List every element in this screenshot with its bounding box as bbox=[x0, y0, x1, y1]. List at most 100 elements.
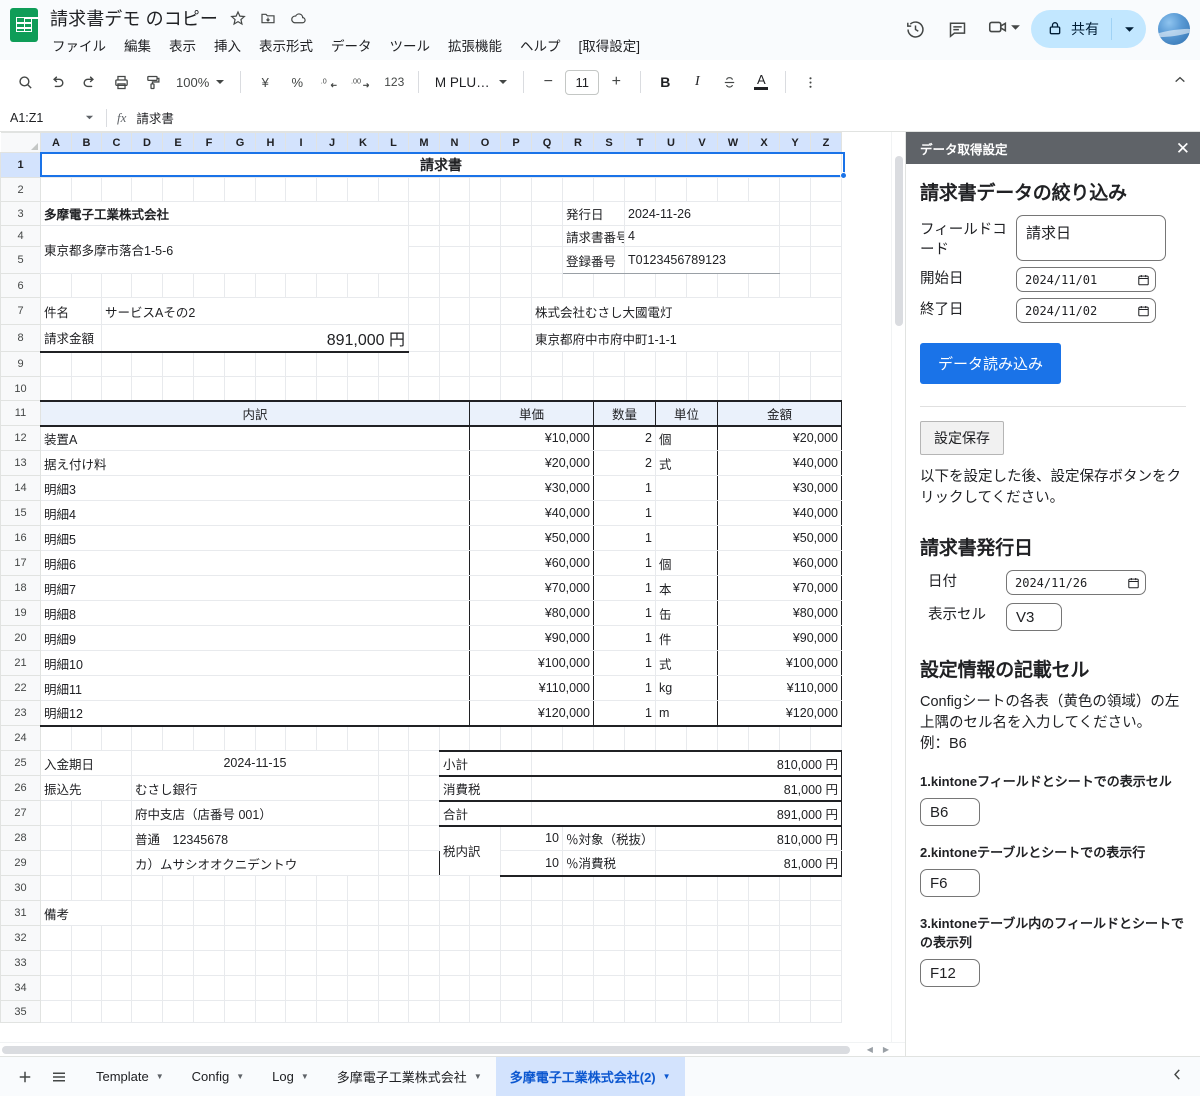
cell-X34[interactable] bbox=[748, 975, 780, 1001]
cell-W18[interactable]: ¥70,000 bbox=[717, 575, 842, 601]
cell-Z9[interactable] bbox=[810, 351, 842, 377]
cell-Y4[interactable] bbox=[779, 225, 811, 247]
cell-Y32[interactable] bbox=[779, 925, 811, 951]
cell-X9[interactable] bbox=[748, 351, 780, 377]
cell-T2[interactable] bbox=[624, 177, 656, 202]
cell-Q3[interactable] bbox=[531, 201, 563, 226]
cell-A14[interactable]: 明細3 bbox=[40, 475, 470, 501]
cell-V24[interactable] bbox=[686, 725, 718, 751]
cell-C24[interactable] bbox=[101, 725, 132, 751]
cell-N32[interactable] bbox=[439, 925, 470, 951]
display-cell-input[interactable]: V3 bbox=[1006, 603, 1062, 632]
cell-A17[interactable]: 明細6 bbox=[40, 550, 470, 576]
cell-X10[interactable] bbox=[748, 376, 780, 401]
cell-B33[interactable] bbox=[71, 950, 102, 976]
column-header-i[interactable]: I bbox=[285, 132, 317, 153]
zoom-selector[interactable]: 100% bbox=[170, 67, 231, 97]
cell-T31[interactable] bbox=[624, 900, 656, 926]
cell-A8[interactable]: 請求金額 bbox=[40, 324, 102, 353]
cell-Q4[interactable] bbox=[531, 225, 563, 247]
cell-P33[interactable] bbox=[500, 950, 532, 976]
cell-W14[interactable]: ¥30,000 bbox=[717, 475, 842, 501]
cell-U29[interactable]: 81,000 円 bbox=[655, 850, 842, 877]
collapse-toolbar-icon[interactable] bbox=[1172, 72, 1188, 93]
cell-H6[interactable] bbox=[255, 273, 286, 298]
cell-A30[interactable] bbox=[40, 875, 72, 901]
cell-A13[interactable]: 据え付け料 bbox=[40, 450, 470, 476]
column-header-u[interactable]: U bbox=[655, 132, 687, 153]
cell-S10[interactable] bbox=[593, 376, 625, 401]
cell-W17[interactable]: ¥60,000 bbox=[717, 550, 842, 576]
cell-A12[interactable]: 装置A bbox=[40, 425, 470, 451]
cell-A28[interactable] bbox=[40, 825, 72, 851]
cell-M35[interactable] bbox=[408, 1000, 440, 1023]
cell-S12[interactable]: 2 bbox=[593, 425, 656, 451]
spreadsheet-grid[interactable]: A B C D E F G H I J K L M N O P Q R S T U V W X Y Z 1 請求書 2 3 多摩電子工業株式… bbox=[0, 132, 905, 1056]
cell-Z10[interactable] bbox=[810, 376, 842, 401]
row-header-30[interactable]: 30 bbox=[0, 875, 41, 901]
field-code-input[interactable]: 請求日 bbox=[1016, 215, 1166, 261]
cell-O21[interactable]: ¥100,000 bbox=[469, 650, 594, 676]
cell-C7[interactable]: サービスAその2 bbox=[101, 297, 409, 325]
menu-item-custom-settings[interactable]: [取得設定] bbox=[577, 33, 643, 57]
cell-V10[interactable] bbox=[686, 376, 718, 401]
cell-M8[interactable] bbox=[408, 324, 440, 352]
cell-U13[interactable]: 式 bbox=[655, 450, 718, 476]
cell-G30[interactable] bbox=[224, 875, 256, 901]
cell-L29[interactable] bbox=[378, 850, 409, 876]
cell-P5[interactable] bbox=[500, 246, 532, 274]
cell-W9[interactable] bbox=[717, 351, 749, 377]
cell-V32[interactable] bbox=[686, 925, 718, 951]
cell-Y10[interactable] bbox=[779, 376, 811, 401]
cell-W16[interactable]: ¥50,000 bbox=[717, 525, 842, 551]
row-header-23[interactable]: 23 bbox=[0, 700, 41, 726]
cell-K9[interactable] bbox=[347, 351, 379, 377]
cell-W32[interactable] bbox=[717, 925, 749, 951]
row-header-14[interactable]: 14 bbox=[0, 475, 41, 501]
cell-U35[interactable] bbox=[655, 1000, 687, 1023]
cell-X32[interactable] bbox=[748, 925, 780, 951]
cell-P24[interactable] bbox=[500, 725, 532, 751]
column-header-z[interactable]: Z bbox=[810, 132, 842, 153]
row-header-25[interactable]: 25 bbox=[0, 750, 41, 776]
cell-E34[interactable] bbox=[162, 975, 194, 1001]
cell-S16[interactable]: 1 bbox=[593, 525, 656, 551]
cell-A31[interactable]: 備考 bbox=[40, 900, 132, 926]
cell-O30[interactable] bbox=[469, 875, 501, 901]
cell-P3[interactable] bbox=[500, 201, 532, 226]
cell-V2[interactable] bbox=[686, 177, 718, 202]
cell-L34[interactable] bbox=[378, 975, 409, 1001]
cell-S23[interactable]: 1 bbox=[593, 700, 656, 727]
cell-U34[interactable] bbox=[655, 975, 687, 1001]
cell-A6[interactable] bbox=[40, 273, 72, 298]
cell-J31[interactable] bbox=[316, 900, 348, 926]
cell-A7[interactable]: 件名 bbox=[40, 297, 102, 325]
load-data-button[interactable]: データ読み込み bbox=[920, 343, 1062, 384]
cell-K24[interactable] bbox=[347, 725, 379, 751]
cell-H35[interactable] bbox=[255, 1000, 286, 1023]
cell-C34[interactable] bbox=[101, 975, 132, 1001]
cell-Q24[interactable] bbox=[531, 725, 563, 751]
row-header-15[interactable]: 15 bbox=[0, 500, 41, 526]
cell-P29[interactable]: 10 bbox=[500, 850, 563, 877]
menu-item-edit[interactable]: 編集 bbox=[122, 33, 153, 57]
row-header-21[interactable]: 21 bbox=[0, 650, 41, 676]
column-header-q[interactable]: Q bbox=[531, 132, 563, 153]
cell-S34[interactable] bbox=[593, 975, 625, 1001]
cell-B24[interactable] bbox=[71, 725, 102, 751]
cell-Q2[interactable] bbox=[531, 177, 563, 202]
row-header-13[interactable]: 13 bbox=[0, 450, 41, 476]
cell-S17[interactable]: 1 bbox=[593, 550, 656, 576]
name-box[interactable]: A1:Z1 bbox=[0, 107, 100, 129]
cell-Z34[interactable] bbox=[810, 975, 842, 1001]
config-item-3-input[interactable]: F12 bbox=[920, 959, 980, 988]
menu-item-data[interactable]: データ bbox=[329, 33, 374, 57]
cell-P28[interactable]: 10 bbox=[500, 824, 563, 851]
cell-N8[interactable] bbox=[439, 324, 470, 352]
cell-E2[interactable] bbox=[162, 177, 194, 202]
cell-Q26[interactable]: 81,000 円 bbox=[531, 774, 842, 801]
row-header-2[interactable]: 2 bbox=[0, 177, 41, 202]
issue-date-input[interactable]: 2024/11/26 bbox=[1006, 570, 1146, 596]
cell-B35[interactable] bbox=[71, 1000, 102, 1023]
cell-G24[interactable] bbox=[224, 725, 256, 751]
